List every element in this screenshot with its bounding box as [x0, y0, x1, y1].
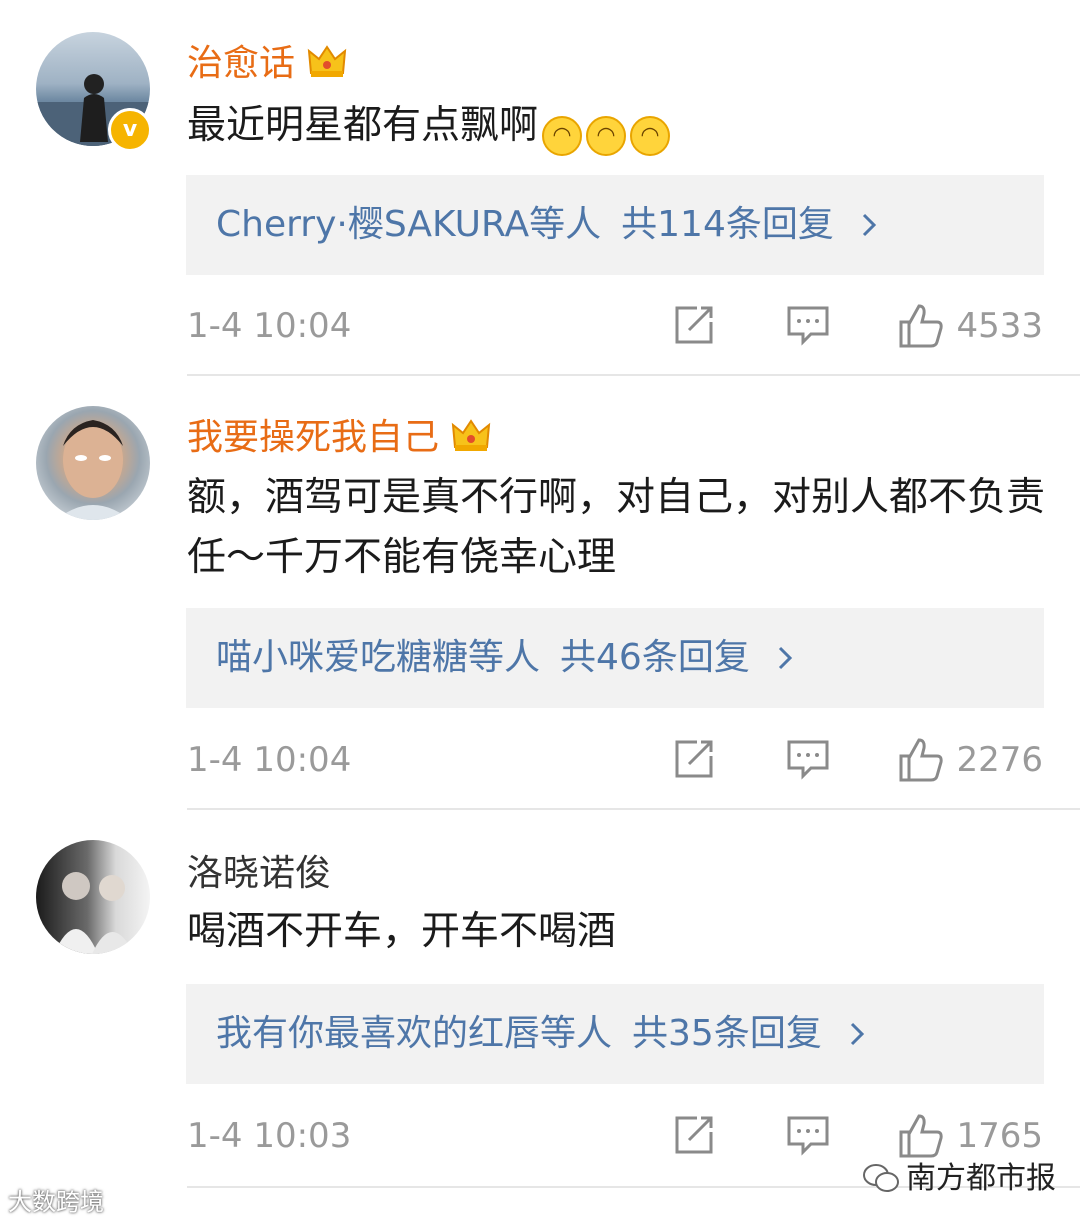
- avatar[interactable]: [36, 840, 150, 954]
- reply-count: 共46条回复: [560, 637, 750, 678]
- like-icon[interactable]: [897, 302, 945, 350]
- chevron-right-icon: [779, 646, 793, 670]
- chevron-right-icon: [863, 213, 877, 237]
- comment-text: 喝酒不开车，开车不喝酒: [187, 909, 617, 954]
- username[interactable]: 治愈话: [187, 34, 347, 86]
- share-icon[interactable]: [671, 1112, 717, 1158]
- comment-item: v 治愈话 最近明星都有点飘啊 ◠ ◠ ◠ Cherry·樱SAKURA等人 共114条…: [0, 0, 1080, 376]
- reply-count: 共114条回复: [621, 204, 834, 245]
- watermark-right: 南方都市报: [862, 1153, 1056, 1197]
- comment-meta: 1-4 10:04 2276: [187, 732, 1043, 792]
- crown-icon: [307, 45, 347, 77]
- comment-icon[interactable]: [785, 1112, 831, 1158]
- wechat-icon: [863, 1164, 899, 1192]
- share-icon[interactable]: [671, 302, 717, 348]
- watermark-right-label: 南方都市报: [906, 1161, 1056, 1196]
- comment-icon[interactable]: [785, 302, 831, 348]
- laugh-cry-emoji-icon: ◠: [586, 116, 627, 156]
- like-icon[interactable]: [897, 736, 945, 784]
- laugh-cry-emoji-icon: ◠: [542, 116, 583, 156]
- chevron-right-icon: [851, 1022, 865, 1046]
- laugh-cry-emoji-icon: ◠: [630, 116, 671, 156]
- timestamp: 1-4 10:04: [187, 740, 352, 780]
- reply-names: 我有你最喜欢的红唇等人: [216, 1013, 613, 1054]
- like-count: 4533: [956, 306, 1043, 346]
- avatar[interactable]: [36, 406, 150, 520]
- verified-icon: v: [108, 108, 152, 152]
- reply-names: Cherry·樱SAKURA等人: [216, 204, 602, 245]
- like-count: 1765: [956, 1116, 1043, 1156]
- timestamp: 1-4 10:04: [187, 306, 352, 346]
- crown-icon: [451, 419, 491, 451]
- reply-summary-button[interactable]: Cherry·樱SAKURA等人 共114条回复: [186, 175, 1044, 275]
- like-count: 2276: [956, 740, 1043, 780]
- comment-icon[interactable]: [785, 736, 831, 782]
- reply-summary-button[interactable]: 喵小咪爱吃糖糖等人 共46条回复: [186, 608, 1044, 708]
- reply-names: 喵小咪爱吃糖糖等人: [216, 637, 541, 678]
- username[interactable]: 我要操死我自己: [187, 408, 491, 460]
- comment-text: 最近明星都有点飘啊 ◠ ◠ ◠: [187, 96, 1057, 156]
- reply-summary-button[interactable]: 我有你最喜欢的红唇等人 共35条回复: [186, 984, 1044, 1084]
- watermark-left: 大数跨境: [8, 1188, 104, 1216]
- timestamp: 1-4 10:03: [187, 1116, 352, 1156]
- comment-item: 我要操死我自己 额，酒驾可是真不行啊，对自己，对别人都不负责任～千万不能有侥幸心…: [0, 376, 1080, 810]
- share-icon[interactable]: [671, 736, 717, 782]
- comment-meta: 1-4 10:04 4533: [187, 298, 1043, 358]
- reply-count: 共35条回复: [632, 1013, 822, 1054]
- comment-text: 额，酒驾可是真不行啊，对自己，对别人都不负责任～千万不能有侥幸心理: [187, 475, 1046, 580]
- username[interactable]: 洛晓诺俊: [187, 844, 331, 896]
